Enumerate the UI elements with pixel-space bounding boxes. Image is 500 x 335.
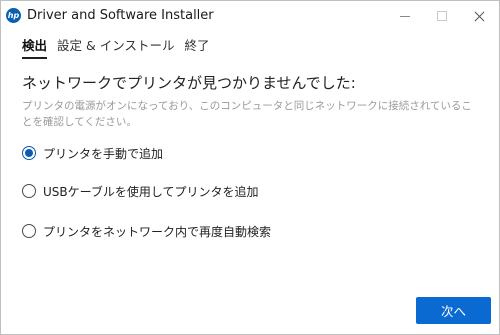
step-tabs: 検出 設定 & インストール 終了 bbox=[22, 35, 209, 59]
close-button[interactable] bbox=[457, 1, 500, 31]
minimize-icon bbox=[400, 15, 410, 17]
option-label: プリンタをネットワーク内で再度自動検索 bbox=[43, 224, 272, 239]
hp-logo-text: hp bbox=[7, 10, 20, 20]
radio-button[interactable] bbox=[22, 224, 36, 238]
radio-button-selected[interactable] bbox=[22, 146, 36, 160]
installer-window: hp Driver and Software Installer 検出 設定 &… bbox=[0, 0, 500, 335]
option-add-usb[interactable]: USBケーブルを使用してプリンタを追加 bbox=[22, 182, 259, 200]
option-auto-search[interactable]: プリンタをネットワーク内で再度自動検索 bbox=[22, 222, 271, 240]
window-title: Driver and Software Installer bbox=[27, 8, 214, 23]
step-setup-install: 設定 & インストール bbox=[57, 38, 175, 53]
option-label: USBケーブルを使用してプリンタを追加 bbox=[43, 184, 259, 199]
page-heading: ネットワークでプリンタが見つかりませんでした: bbox=[22, 74, 356, 92]
maximize-icon bbox=[437, 11, 447, 21]
close-icon bbox=[474, 11, 485, 22]
page-description: プリンタの電源がオンになっており、このコンピュータと同じネットワークに接続されて… bbox=[22, 100, 472, 128]
step-finish: 終了 bbox=[184, 38, 210, 53]
step-detect: 検出 bbox=[22, 35, 48, 59]
next-button[interactable]: 次へ bbox=[416, 297, 491, 324]
hp-logo-icon: hp bbox=[6, 8, 21, 23]
title-bar: hp Driver and Software Installer bbox=[1, 1, 499, 31]
radio-button[interactable] bbox=[22, 184, 36, 198]
option-add-manually[interactable]: プリンタを手動で追加 bbox=[22, 144, 163, 162]
radio-dot-icon bbox=[25, 149, 33, 157]
option-label: プリンタを手動で追加 bbox=[43, 146, 164, 161]
